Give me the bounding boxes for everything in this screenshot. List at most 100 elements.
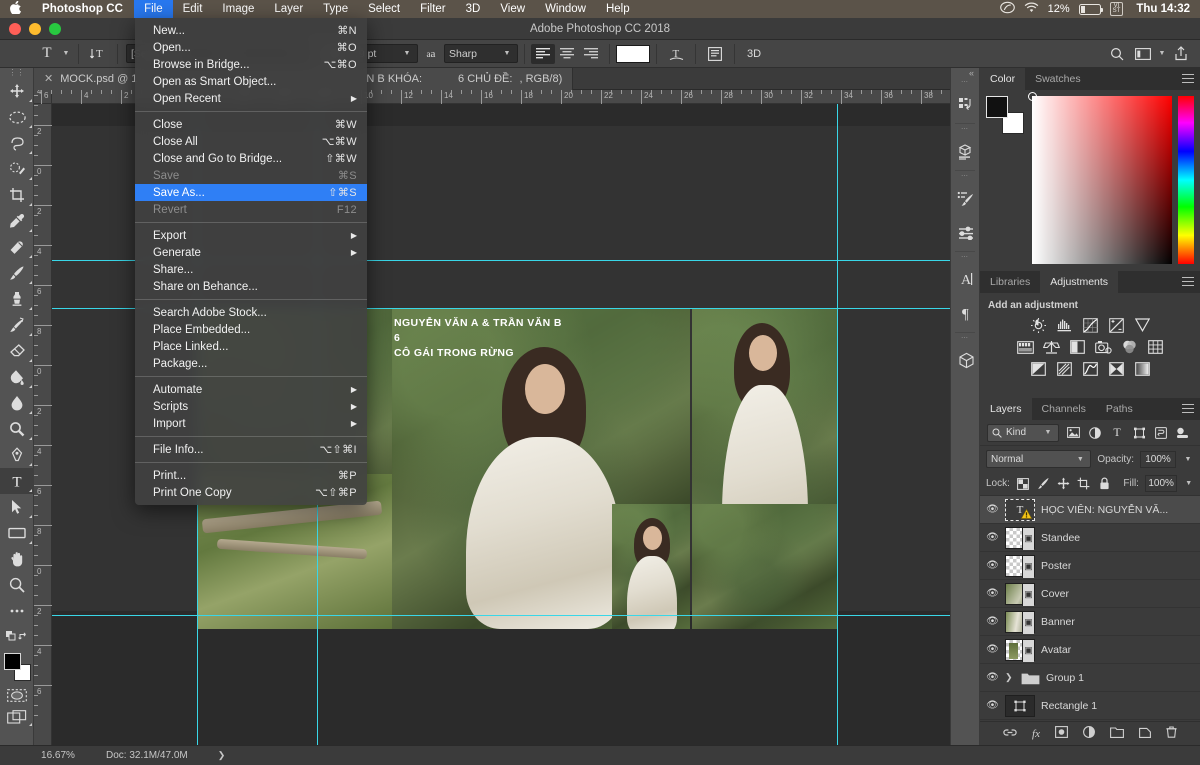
edit-toolbar[interactable] [0,598,34,624]
menu-item-new[interactable]: New... ⌘N [135,22,367,39]
rail-grip-2[interactable]: ⋯ [951,126,979,134]
rail-grip-3[interactable]: ⋯ [951,173,979,181]
3d-icon[interactable] [951,134,981,168]
menu-item-search-adobe-stock[interactable]: Search Adobe Stock... [135,304,367,321]
opacity-value[interactable]: 100% [1140,450,1176,468]
rectangle-tool[interactable] [0,520,34,546]
3d-cube-icon[interactable] [951,343,981,377]
guide-vertical-3[interactable] [837,104,838,745]
default-colors-and-swap[interactable] [0,624,34,650]
layer-thumbnail-text[interactable]: T [1005,498,1035,521]
filter-toggle-icon[interactable] [1175,424,1191,442]
type-tool[interactable]: T [0,468,34,494]
delete-layer-icon[interactable] [1166,726,1177,741]
move-tool[interactable] [0,78,34,104]
layer-row-group[interactable]: 👁 ❯ Group 1 [980,664,1200,692]
eye-icon[interactable]: 👁 [986,700,999,711]
text-orientation-icon[interactable]: T [85,43,111,65]
menubar-clock[interactable]: Thu 14:32 [1132,3,1190,15]
lock-artboard-icon[interactable] [1077,475,1091,493]
layer-thumbnail[interactable]: ▣ [1005,638,1035,662]
brush-settings-icon[interactable] [951,181,981,215]
color-panel-foreground-swatch[interactable] [986,96,1008,118]
blend-mode-select[interactable]: Normal ▼ [986,450,1092,468]
dodge-tool[interactable] [0,416,34,442]
photo-filter-icon[interactable] [1094,339,1112,355]
layer-row-poster[interactable]: 👁 ▣ Poster [980,552,1200,580]
color-field[interactable] [1028,92,1172,264]
tab-swatches[interactable]: Swatches [1025,68,1091,90]
tab-color[interactable]: Color [980,68,1026,90]
mac-menu-view[interactable]: View [490,0,535,18]
black-white-icon[interactable] [1069,339,1086,355]
curves-icon[interactable] [1082,317,1099,333]
color-panel-menu-icon[interactable] [1182,74,1194,85]
vibrance-icon[interactable] [1134,317,1151,333]
photo-bottom-center-model[interactable] [612,504,690,629]
rail-grip-4[interactable]: ⋯ [951,254,979,262]
menu-item-place-linked[interactable]: Place Linked... [135,338,367,355]
threshold-icon[interactable] [1082,361,1099,377]
mac-menu-3d[interactable]: 3D [456,0,491,18]
text-color-swatch[interactable] [616,44,650,63]
tab-adjustments[interactable]: Adjustments [1040,271,1119,293]
levels-icon[interactable] [1056,317,1073,333]
fill-value[interactable]: 100% [1144,475,1178,492]
align-center-icon[interactable] [555,44,579,64]
tab-layers[interactable]: Layers [980,398,1032,420]
mac-menu-help[interactable]: Help [596,0,640,18]
mac-menu-edit[interactable]: Edit [173,0,213,18]
pixel-filter-icon[interactable] [1065,424,1081,442]
lock-image-icon[interactable] [1036,475,1050,493]
wifi-icon[interactable] [1024,1,1039,17]
vertical-ruler[interactable]: 64202468024680246 [34,90,52,745]
mac-menu-window[interactable]: Window [535,0,596,18]
eye-icon[interactable]: 👁 [986,504,999,515]
character-panel-icon[interactable] [702,43,728,65]
menu-item-scripts[interactable]: Scripts ▶ [135,398,367,415]
input-source-icon[interactable]: VI ST [1109,2,1124,16]
menu-item-close-all[interactable]: Close All ⌥⌘W [135,133,367,150]
shape-filter-icon[interactable] [1131,424,1147,442]
new-layer-icon[interactable] [1139,726,1151,741]
marquee-tool[interactable] [0,104,34,130]
lock-all-icon[interactable] [1097,475,1111,493]
path-selection-tool[interactable] [0,494,34,520]
pen-tool[interactable] [0,442,34,468]
tab-channels[interactable]: Channels [1032,398,1096,420]
brightness-contrast-icon[interactable] [1030,317,1047,333]
adjustment-layer-icon[interactable] [1083,726,1095,741]
menu-item-print-one-copy[interactable]: Print One Copy ⌥⇧⌘P [135,484,367,501]
menu-item-generate[interactable]: Generate ▶ [135,244,367,261]
menu-item-open-as-smart-object[interactable]: Open as Smart Object... [135,73,367,90]
menu-item-save-as[interactable]: Save As... ⇧⌘S [135,184,367,201]
selective-color-icon[interactable] [1108,361,1125,377]
layer-row-banner[interactable]: 👁 ▣ Banner [980,608,1200,636]
layer-row-avatar[interactable]: 👁 ▣ Avatar [980,636,1200,664]
character-icon[interactable]: A [951,262,981,296]
arrange-documents-icon[interactable] [1130,43,1156,65]
zoom-tool[interactable] [0,572,34,598]
mac-menu-filter[interactable]: Filter [410,0,456,18]
blur-tool[interactable] [0,390,34,416]
menu-item-open-recent[interactable]: Open Recent ▶ [135,90,367,107]
type-tool-icon[interactable]: T [34,43,60,65]
layer-thumbnail[interactable]: ▣ [1005,582,1035,606]
menu-item-package[interactable]: Package... [135,355,367,372]
eye-icon[interactable]: 👁 [986,672,999,683]
eye-icon[interactable]: 👁 [986,588,999,599]
photo-right-lower[interactable] [692,504,837,629]
new-group-icon[interactable] [1110,726,1124,741]
mac-menu-type[interactable]: Type [313,0,358,18]
battery-icon[interactable] [1078,3,1103,15]
foreground-background-color[interactable] [0,650,34,684]
layer-thumbnail[interactable]: ▣ [1005,610,1035,634]
layer-thumbnail[interactable]: ▣ [1005,526,1035,550]
hue-strip[interactable] [1178,96,1194,264]
layer-row-cover[interactable]: 👁 ▣ Cover [980,580,1200,608]
smart-object-filter-icon[interactable] [1153,424,1169,442]
blend-mode-chevron-icon[interactable]: ▼ [1074,456,1086,463]
creative-cloud-icon[interactable] [999,1,1015,17]
menu-item-import[interactable]: Import ▶ [135,415,367,432]
menu-item-share-on-behance[interactable]: Share on Behance... [135,278,367,295]
